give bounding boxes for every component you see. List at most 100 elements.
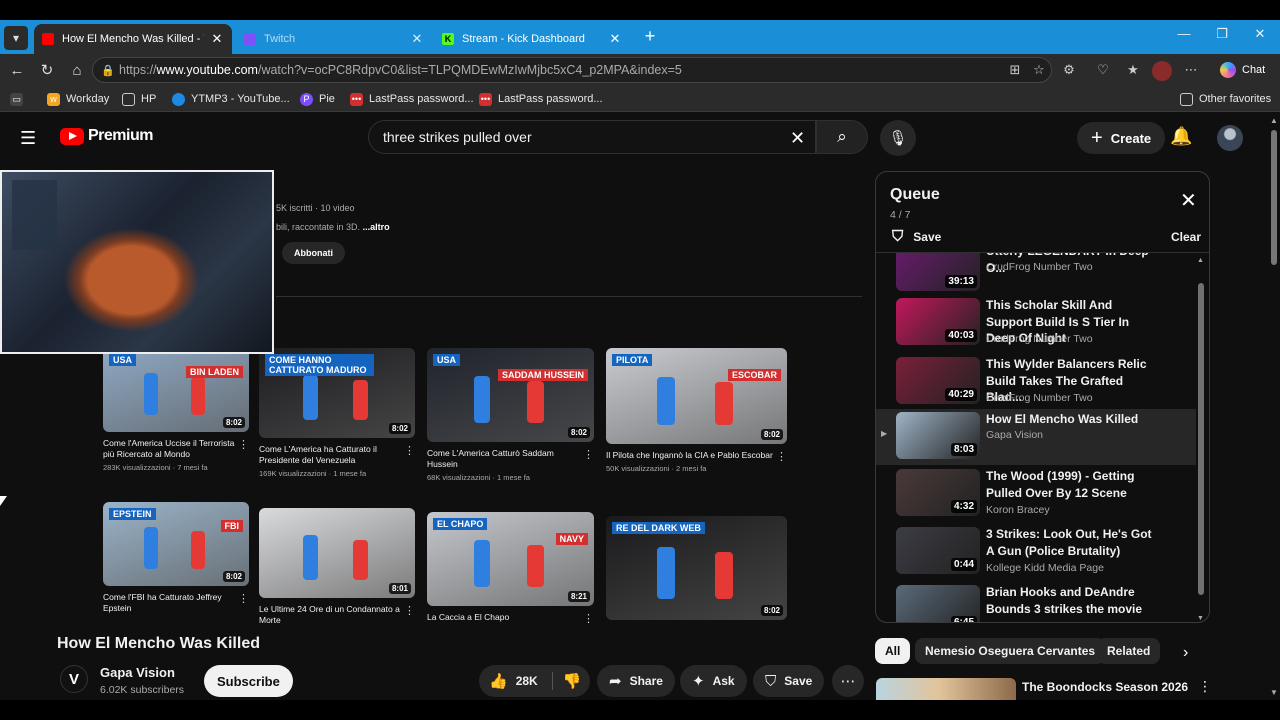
queue-item[interactable]: 40:29 This Wylder Balancers Relic Build T… bbox=[876, 354, 1196, 410]
clear-search-icon[interactable]: ✕ bbox=[790, 128, 805, 149]
video-menu-icon[interactable]: ⋮ bbox=[583, 612, 594, 625]
queue-scrollbar[interactable]: ▲ ▼ bbox=[1197, 257, 1204, 622]
account-avatar[interactable] bbox=[1217, 125, 1243, 151]
queue-thumbnail[interactable]: 6:45 bbox=[896, 585, 980, 622]
channel-avatar[interactable]: V bbox=[60, 665, 88, 693]
like-button[interactable]: 👍 28K bbox=[489, 665, 538, 697]
queue-thumbnail[interactable]: 39:13 bbox=[896, 253, 980, 291]
queue-item[interactable]: 6:45 Brian Hooks and DeAndre Bounds 3 str… bbox=[876, 582, 1196, 622]
video-card[interactable]: RE DEL DARK WEB 8:02 bbox=[606, 516, 787, 620]
queue-item[interactable]: 4:32 The Wood (1999) - Getting Pulled Ove… bbox=[876, 466, 1196, 522]
video-menu-icon[interactable]: ⋮ bbox=[238, 438, 249, 451]
scroll-down-icon[interactable]: ▼ bbox=[1270, 688, 1278, 697]
video-card-title[interactable]: La Caccia a El Chapo bbox=[427, 612, 594, 623]
close-tab-icon[interactable]: ✕ bbox=[608, 31, 622, 47]
tab-kick[interactable]: K Stream - Kick Dashboard ✕ bbox=[434, 24, 630, 54]
save-queue-button[interactable]: ⛉ Save bbox=[892, 228, 941, 245]
url-field[interactable]: 🔒 https://www.youtube.com/watch?v=ocPC8R… bbox=[92, 57, 1052, 83]
ask-button[interactable]: ✦ Ask bbox=[680, 665, 747, 697]
video-menu-icon[interactable]: ⋮ bbox=[583, 448, 594, 461]
back-icon[interactable]: ← bbox=[6, 59, 28, 81]
video-thumbnail[interactable]: 8:01 bbox=[259, 508, 415, 598]
chip-all[interactable]: All bbox=[875, 638, 911, 664]
queue-item[interactable]: 40:03 This Scholar Skill And Support Buil… bbox=[876, 295, 1196, 351]
page-scrollbar[interactable]: ▲ ▼ bbox=[1268, 112, 1280, 700]
search-input[interactable]: three strikes pulled over bbox=[368, 120, 816, 154]
video-card-title[interactable]: Come l'FBI ha Catturato Jeffrey Epstein bbox=[103, 592, 249, 614]
menu-icon[interactable]: ☰ bbox=[20, 128, 40, 148]
scroll-up-icon[interactable]: ▲ bbox=[1197, 257, 1204, 264]
video-card[interactable]: PILOTA ESCOBAR 8:02 Il Pilota che Ingannò l… bbox=[606, 348, 787, 473]
scroll-up-icon[interactable]: ▲ bbox=[1270, 116, 1278, 125]
video-thumbnail[interactable]: PILOTA ESCOBAR 8:02 bbox=[606, 348, 787, 444]
bookmark-hp[interactable]: HP bbox=[122, 91, 156, 107]
new-tab-icon[interactable]: + bbox=[640, 26, 660, 47]
chip-related[interactable]: Related bbox=[1097, 638, 1161, 664]
video-menu-icon[interactable]: ⋮ bbox=[238, 592, 249, 605]
close-tab-icon[interactable]: ✕ bbox=[210, 31, 224, 47]
notifications-bell-icon[interactable]: 🔔 bbox=[1170, 126, 1192, 147]
video-thumbnail[interactable]: USA BIN LADEN 8:02 bbox=[103, 348, 249, 432]
scroll-down-icon[interactable]: ▼ bbox=[1197, 615, 1204, 622]
copilot-chat-button[interactable]: Chat bbox=[1214, 58, 1271, 82]
video-card[interactable]: EPSTEIN FBI 8:02 Come l'FBI ha Catturato Je… bbox=[103, 502, 249, 614]
search-button[interactable]: ⌕ bbox=[816, 120, 868, 154]
queue-item[interactable]: 39:13Utterly LEGENDARY In Deep O...CrudF… bbox=[876, 253, 1196, 297]
related-more-icon[interactable]: ⋮ bbox=[1198, 678, 1212, 695]
queue-thumbnail[interactable]: 40:03 bbox=[896, 298, 980, 345]
home-icon[interactable]: ⌂ bbox=[66, 59, 88, 81]
chip-nemesio[interactable]: Nemesio Oseguera Cervantes bbox=[915, 638, 1106, 664]
video-thumbnail[interactable]: RE DEL DARK WEB 8:02 bbox=[606, 516, 787, 620]
other-favorites[interactable]: Other favorites bbox=[1180, 91, 1271, 107]
queue-thumbnail[interactable]: 4:32 bbox=[896, 469, 980, 516]
subscribe-button[interactable]: Subscribe bbox=[204, 665, 293, 697]
site-info-icon[interactable]: 🔒 bbox=[101, 64, 119, 77]
related-video-thumbnail[interactable] bbox=[876, 678, 1016, 700]
bookmark-pie[interactable]: P Pie bbox=[300, 91, 335, 107]
video-card[interactable]: 8:01 Le Ultime 24 Ore di un Condannato a … bbox=[259, 508, 415, 626]
video-thumbnail[interactable]: USA SADDAM HUSSEIN 8:02 bbox=[427, 348, 594, 442]
close-window-icon[interactable]: ✕ bbox=[1250, 26, 1270, 42]
bookmark-ytmp3[interactable]: YTMP3 - YouTube... bbox=[172, 91, 290, 107]
subscribed-button[interactable]: Abbonati bbox=[282, 242, 345, 264]
close-queue-icon[interactable]: ✕ bbox=[1180, 188, 1197, 213]
clear-queue-button[interactable]: Clear bbox=[1171, 230, 1201, 244]
queue-item[interactable]: 0:44 3 Strikes: Look Out, He's Got A Gun … bbox=[876, 524, 1196, 580]
bookmark-lastpass-1[interactable]: ••• LastPass password... bbox=[350, 91, 474, 107]
voice-search-button[interactable]: 🎙 bbox=[880, 120, 916, 156]
more-link[interactable]: ...altro bbox=[363, 222, 390, 232]
video-card[interactable]: COME HANNO CATTURATO MADURO 8:02 Come L'Am… bbox=[259, 348, 415, 478]
video-thumbnail[interactable]: COME HANNO CATTURATO MADURO 8:02 bbox=[259, 348, 415, 438]
app-available-icon[interactable]: ⊞ bbox=[1006, 61, 1024, 79]
video-card-title[interactable]: Come l'America Uccise il Terrorista più … bbox=[103, 438, 249, 460]
share-button[interactable]: ➦ Share bbox=[597, 665, 675, 697]
video-thumbnail[interactable]: EPSTEIN FBI 8:02 bbox=[103, 502, 249, 586]
video-thumbnail[interactable]: EL CHAPO NAVY 8:21 bbox=[427, 512, 594, 606]
video-menu-icon[interactable]: ⋮ bbox=[404, 444, 415, 457]
video-card[interactable]: USA SADDAM HUSSEIN 8:02 Come L'America Catt… bbox=[427, 348, 594, 482]
video-menu-icon[interactable]: ⋮ bbox=[404, 604, 415, 617]
close-tab-icon[interactable]: ✕ bbox=[410, 31, 424, 47]
video-card[interactable]: USA BIN LADEN 8:02 Come l'America Uccise il… bbox=[103, 348, 249, 472]
queue-thumbnail[interactable]: 40:29 bbox=[896, 357, 980, 404]
youtube-premium-logo[interactable]: Premium bbox=[60, 127, 153, 145]
restore-icon[interactable]: ❐ bbox=[1212, 26, 1232, 42]
favorites-icon[interactable]: ★ bbox=[1124, 61, 1142, 79]
video-card-title[interactable]: Come L'America ha Catturato il President… bbox=[259, 444, 415, 466]
channel-name[interactable]: Gapa Vision bbox=[100, 665, 175, 680]
profile-avatar-icon[interactable] bbox=[1152, 61, 1172, 81]
settings-more-icon[interactable]: ⋯ bbox=[1182, 61, 1200, 79]
queue-item[interactable]: ▶ 8:03 How El Mencho Was Killed Gapa Vision bbox=[876, 409, 1196, 465]
dislike-button[interactable]: 👎 bbox=[559, 665, 585, 697]
tab-twitch[interactable]: Twitch ✕ bbox=[236, 24, 432, 54]
video-card-title[interactable]: Le Ultime 24 Ore di un Condannato a Mort… bbox=[259, 604, 415, 626]
tab-list-button[interactable]: ▾ bbox=[4, 26, 28, 50]
create-button[interactable]: + Create bbox=[1077, 122, 1166, 154]
save-video-button[interactable]: ⛉ Save bbox=[753, 665, 825, 697]
video-menu-icon[interactable]: ⋮ bbox=[776, 450, 787, 463]
video-card-title[interactable]: Come L'America Catturò Saddam Hussein bbox=[427, 448, 594, 470]
extensions-icon[interactable]: ⚙ bbox=[1060, 61, 1078, 79]
browser-essentials-icon[interactable]: ♡ bbox=[1094, 61, 1112, 79]
video-card[interactable]: EL CHAPO NAVY 8:21 La Caccia a El Chapo ⋮ bbox=[427, 512, 594, 625]
refresh-icon[interactable]: ↻ bbox=[36, 59, 58, 81]
